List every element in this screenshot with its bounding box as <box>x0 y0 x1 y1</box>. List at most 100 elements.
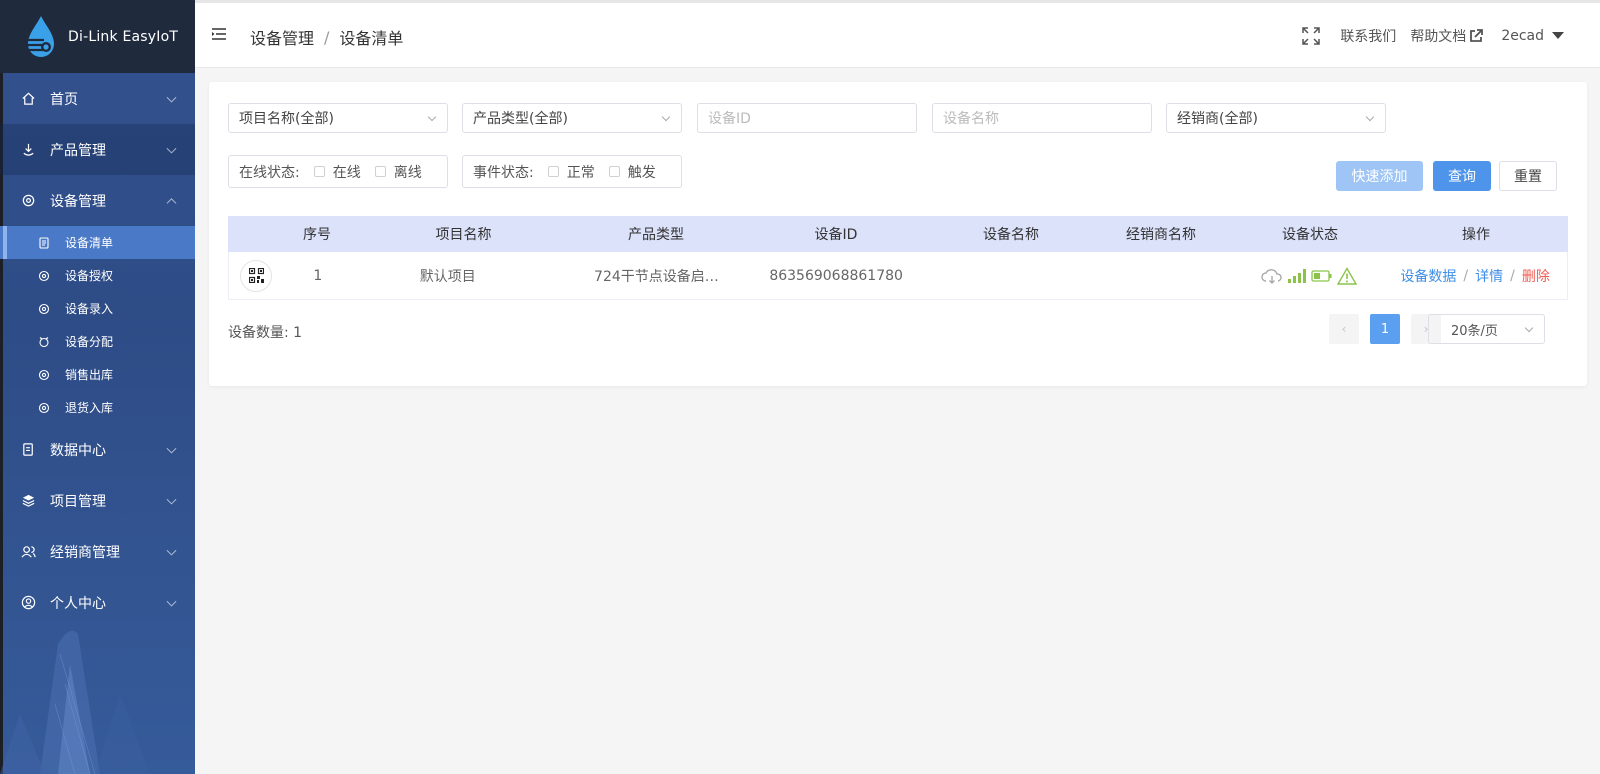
chevron-down-icon <box>166 143 177 154</box>
device-data-link[interactable]: 设备数据 <box>1400 266 1456 286</box>
sidebar-subitem-device-assign[interactable]: 设备分配 <box>0 325 195 358</box>
product-type-select[interactable]: 产品类型(全部) <box>462 103 682 133</box>
column-header-device-id: 设备ID <box>814 227 858 243</box>
page-size-select[interactable]: 20条/页 <box>1428 314 1545 344</box>
gear-icon <box>37 269 51 283</box>
sidebar-subitem-label: 退货入库 <box>65 401 114 415</box>
cell-status <box>1236 266 1384 285</box>
sidebar-item-label: 首页 <box>50 91 78 108</box>
gear-icon <box>37 335 51 349</box>
checkbox-box <box>608 166 620 177</box>
device-count: 设备数量: 1 <box>228 325 303 341</box>
column-header-actions: 操作 <box>1462 227 1490 243</box>
fullscreen-icon[interactable] <box>1302 26 1321 45</box>
chevron-down-icon <box>427 112 437 122</box>
user-icon <box>20 595 36 611</box>
triggered-checkbox[interactable]: 触发 <box>595 162 656 182</box>
column-header-product: 产品类型 <box>628 227 684 243</box>
online-status-label: 在线状态: <box>239 164 300 181</box>
online-option-label: 在线 <box>332 164 361 181</box>
quick-add-button[interactable]: 快速添加 <box>1336 161 1423 191</box>
normal-checkbox[interactable]: 正常 <box>534 162 595 182</box>
sidebar-item-home[interactable]: 首页 <box>0 73 195 124</box>
chevron-down-icon <box>166 494 177 505</box>
cell-project: 默认项目 <box>419 268 476 285</box>
caret-down-icon <box>1552 32 1564 39</box>
sidebar-item-label: 个人中心 <box>50 595 106 612</box>
checkbox-box <box>547 166 559 177</box>
column-header-dealer: 经销商名称 <box>1126 227 1196 243</box>
sidebar-item-profile[interactable]: 个人中心 <box>0 577 195 628</box>
building-illustration <box>0 630 150 774</box>
action-separator: / <box>1510 267 1515 284</box>
row-actions: 设备数据 / 详情 / 删除 <box>1383 266 1567 286</box>
project-select[interactable]: 项目名称(全部) <box>228 103 448 133</box>
menu-toggle-icon[interactable] <box>212 28 226 40</box>
logo-text: Di-Link EasyIoT <box>68 28 179 45</box>
sidebar-subitem-return-in[interactable]: 退货入库 <box>0 391 195 424</box>
warning-icon <box>1337 266 1358 285</box>
header: 设备管理 / 设备清单 联系我们 帮助文档 2ecad <box>195 3 1600 68</box>
query-button[interactable]: 查询 <box>1433 161 1491 191</box>
table-header: 序号 项目名称 产品类型 设备ID 设备名称 经销商名称 设备状态 操作 <box>228 216 1568 252</box>
event-status-filter: 事件状态: 正常 触发 <box>462 155 682 188</box>
chevron-down-icon <box>166 443 177 454</box>
user-menu[interactable]: 2ecad <box>1501 28 1564 44</box>
qr-code-button[interactable] <box>240 259 272 292</box>
sidebar-subitem-device-entry[interactable]: 设备录入 <box>0 292 195 325</box>
sidebar-subitem-label: 销售出库 <box>65 368 114 382</box>
cell-product: 724干节点设备启… <box>594 268 719 285</box>
contact-link[interactable]: 联系我们 <box>1340 26 1396 46</box>
device-name-input[interactable]: 设备名称 <box>932 103 1152 133</box>
device-icon <box>20 193 36 209</box>
home-icon <box>20 91 36 107</box>
logo[interactable]: Di-Link EasyIoT <box>0 0 195 73</box>
gear-icon <box>37 368 51 382</box>
header-actions: 联系我们 帮助文档 2ecad <box>1302 3 1600 68</box>
device-id-input[interactable]: 设备ID <box>697 103 917 133</box>
pagination: ‹ 1 › <box>1329 314 1441 344</box>
sidebar-subitem-label: 设备分配 <box>65 335 114 349</box>
dealer-select[interactable]: 经销商(全部) <box>1166 103 1386 133</box>
signal-bars-icon <box>1288 268 1307 283</box>
offline-checkbox[interactable]: 离线 <box>361 162 422 182</box>
page-number-current[interactable]: 1 <box>1370 314 1400 344</box>
reset-button[interactable]: 重置 <box>1499 161 1557 191</box>
chevron-down-icon <box>1524 323 1534 333</box>
sidebar-item-products[interactable]: 产品管理 <box>0 124 195 175</box>
online-checkbox[interactable]: 在线 <box>300 162 361 182</box>
delete-link[interactable]: 删除 <box>1522 266 1550 286</box>
sidebar-subitem-device-auth[interactable]: 设备授权 <box>0 259 195 292</box>
logo-drop-icon <box>24 15 54 57</box>
layers-icon <box>20 493 36 509</box>
help-docs-link[interactable]: 帮助文档 <box>1410 26 1484 46</box>
breadcrumb-item[interactable]: 设备管理 <box>250 25 314 49</box>
qr-code-icon <box>248 268 264 283</box>
sidebar-item-devices[interactable]: 设备管理 <box>0 175 195 226</box>
device-table: 序号 项目名称 产品类型 设备ID 设备名称 经销商名称 设备状态 操作 1 默… <box>228 216 1568 300</box>
sidebar-subitem-sales-out[interactable]: 销售出库 <box>0 358 195 391</box>
breadcrumb-current: 设备清单 <box>339 29 404 48</box>
chevron-down-icon <box>661 112 671 122</box>
product-type-select-value: 产品类型(全部) <box>473 111 568 127</box>
list-icon <box>37 236 51 250</box>
sidebar-item-projects[interactable]: 项目管理 <box>0 475 195 526</box>
cell-device-id: 863569068861780 <box>769 267 903 284</box>
sidebar-subitem-device-list[interactable]: 设备清单 <box>0 226 195 259</box>
device-list-card: 项目名称(全部) 产品类型(全部) 设备ID 设备名称 经销商(全部) 在线状态… <box>209 82 1587 386</box>
detail-link[interactable]: 详情 <box>1475 266 1503 286</box>
breadcrumb-separator: / <box>324 27 330 47</box>
qr-cell <box>229 259 284 292</box>
device-status-icons <box>1236 266 1384 285</box>
chevron-down-icon <box>1365 112 1375 122</box>
gear-icon <box>37 401 51 415</box>
sidebar-subitem-label: 设备清单 <box>65 236 114 250</box>
sidebar-item-data-center[interactable]: 数据中心 <box>0 424 195 475</box>
device-name-placeholder: 设备名称 <box>943 111 999 127</box>
sidebar-item-dealers[interactable]: 经销商管理 <box>0 526 195 577</box>
external-link-icon <box>1470 28 1484 42</box>
prev-page-button[interactable]: ‹ <box>1329 314 1359 344</box>
sidebar-item-label: 数据中心 <box>50 442 106 459</box>
username: 2ecad <box>1501 27 1544 44</box>
cloud-offline-icon <box>1261 268 1283 284</box>
